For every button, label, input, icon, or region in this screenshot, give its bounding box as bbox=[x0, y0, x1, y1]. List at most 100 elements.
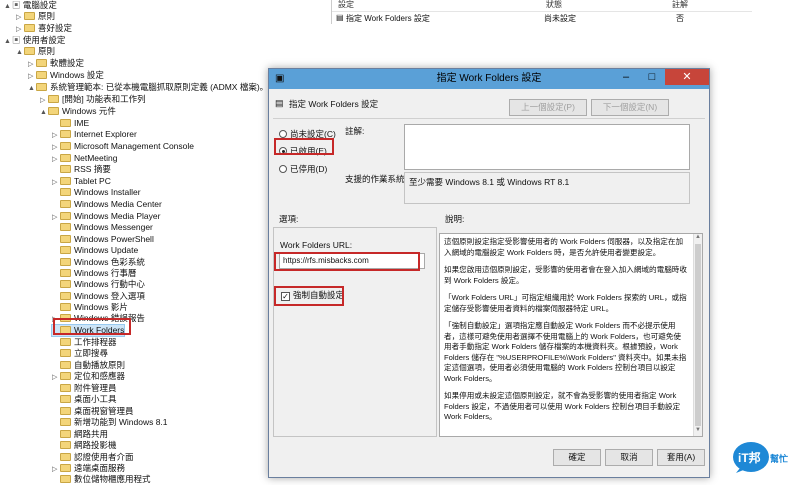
tree-item[interactable]: 工作排程器 bbox=[52, 337, 117, 348]
tree-item[interactable]: IME bbox=[52, 118, 89, 129]
tree-item[interactable]: ▷ [開始] 功能表和工作列 bbox=[40, 94, 146, 105]
folder-icon bbox=[36, 71, 47, 79]
tree-item[interactable]: 立即搜尋 bbox=[52, 348, 108, 359]
folder-icon bbox=[60, 188, 71, 196]
tree-item[interactable]: ▲▣ 使用者設定 bbox=[4, 35, 65, 46]
comment-textarea[interactable] bbox=[404, 124, 690, 170]
folder-icon bbox=[60, 338, 71, 346]
tree-item[interactable]: Windows Installer bbox=[52, 187, 141, 198]
expanded-arrow-icon[interactable]: ▲ bbox=[16, 47, 24, 58]
supported-value: 至少需要 Windows 8.1 或 Windows RT 8.1 bbox=[409, 177, 570, 187]
tree-item[interactable]: ▲ 系統管理範本: 已從本機電腦抓取原則定義 (ADMX 檔案)。 bbox=[28, 82, 268, 93]
tree-item[interactable]: 自動播放原則 bbox=[52, 360, 125, 371]
tree-item-label: 網路共用 bbox=[74, 429, 109, 439]
tree-item[interactable]: ▷ 遠端桌面服務 bbox=[52, 463, 125, 474]
collapsed-arrow-icon[interactable]: ▷ bbox=[52, 372, 60, 383]
tree-item[interactable]: ▲ Windows 元件 bbox=[40, 106, 116, 117]
folder-icon bbox=[60, 453, 71, 461]
ok-button[interactable]: 確定 bbox=[553, 449, 601, 466]
highlight-url bbox=[274, 252, 420, 271]
folder-icon bbox=[60, 441, 71, 449]
cancel-button[interactable]: 取消 bbox=[605, 449, 653, 466]
folder-icon bbox=[60, 130, 71, 138]
tree-item[interactable]: Windows Update bbox=[52, 245, 138, 256]
collapsed-arrow-icon[interactable]: ▷ bbox=[28, 59, 36, 70]
expanded-arrow-icon[interactable]: ▲ bbox=[4, 1, 12, 12]
tree-item[interactable]: 網路投影機 bbox=[52, 440, 117, 451]
dialog-titlebar[interactable]: ▣ 指定 Work Folders 設定 – □ ✕ bbox=[269, 69, 709, 89]
tree-item[interactable]: Windows 影片 bbox=[52, 302, 128, 313]
list-row[interactable]: ▤ 指定 Work Folders 設定 尚未設定 否 bbox=[332, 11, 752, 24]
prev-setting-button[interactable]: 上一個設定(P) bbox=[509, 99, 587, 116]
folder-icon bbox=[60, 269, 71, 277]
tree-item-label: 原則 bbox=[38, 11, 56, 21]
folder-icon bbox=[60, 119, 71, 127]
tree-item[interactable]: ▷ 喜好設定 bbox=[16, 23, 72, 34]
folder-icon bbox=[60, 384, 71, 392]
tree-item[interactable]: ▲ 原則 bbox=[16, 46, 55, 57]
policy-name: 指定 Work Folders 設定 bbox=[289, 99, 379, 109]
scroll-thumb[interactable] bbox=[695, 244, 701, 426]
expanded-arrow-icon[interactable]: ▲ bbox=[4, 36, 12, 47]
tree-item[interactable]: ▷ Internet Explorer bbox=[52, 129, 137, 140]
tree-item[interactable]: 新增功能到 Windows 8.1 bbox=[52, 417, 168, 428]
tree-item[interactable]: ▷ Windows Media Player bbox=[52, 211, 160, 222]
collapsed-arrow-icon[interactable]: ▷ bbox=[52, 142, 60, 153]
collapsed-arrow-icon[interactable]: ▷ bbox=[28, 71, 36, 82]
tree-item[interactable]: 桌面視窗管理員 bbox=[52, 406, 134, 417]
highlight-work-folders bbox=[53, 318, 131, 335]
tree-item[interactable]: ▷ 原則 bbox=[16, 11, 55, 22]
tree-item[interactable]: ▷ NetMeeting bbox=[52, 153, 117, 164]
scroll-up-icon[interactable]: ▲ bbox=[694, 234, 702, 243]
tree-item[interactable]: ▷ 軟體設定 bbox=[28, 58, 84, 69]
tree-item[interactable]: 認證使用者介面 bbox=[52, 452, 134, 463]
tree-item[interactable]: Windows Media Center bbox=[52, 199, 162, 210]
folder-icon bbox=[60, 372, 71, 380]
tree-item[interactable]: 網路共用 bbox=[52, 429, 108, 440]
radio-disabled[interactable]: 已停用(D) bbox=[279, 163, 327, 175]
tree-item[interactable]: Windows 行動中心 bbox=[52, 279, 145, 290]
tree-item-label: 使用者設定 bbox=[22, 35, 66, 45]
collapsed-arrow-icon[interactable]: ▷ bbox=[52, 130, 60, 141]
tree-item[interactable]: ▲▣ 電腦設定 bbox=[4, 0, 57, 11]
tree-item-label: Windows 色彩系統 bbox=[74, 257, 145, 267]
tree-item[interactable]: 桌面小工具 bbox=[52, 394, 117, 405]
maximize-icon[interactable]: □ bbox=[639, 69, 665, 85]
expanded-arrow-icon[interactable]: ▲ bbox=[40, 107, 48, 118]
tree-item[interactable]: ▷ 定位和感應器 bbox=[52, 371, 125, 382]
help-scrollbar[interactable]: ▲ ▼ bbox=[693, 234, 702, 436]
tree-item-label: 原則 bbox=[38, 46, 56, 56]
tree-item[interactable]: ▷ Tablet PC bbox=[52, 176, 111, 187]
tree-item[interactable]: Windows 行事曆 bbox=[52, 268, 136, 279]
close-icon[interactable]: ✕ bbox=[665, 69, 709, 85]
tree-item[interactable]: ▷ Microsoft Management Console bbox=[52, 141, 194, 152]
tree-item[interactable]: Windows 色彩系統 bbox=[52, 257, 145, 268]
row-name: 指定 Work Folders 設定 bbox=[346, 14, 430, 23]
help-label: 說明: bbox=[445, 214, 465, 224]
folder-icon bbox=[60, 303, 71, 311]
help-paragraph: 「強制自動設定」選項指定應自動設定 Work Folders 而不必提示使用者，… bbox=[444, 321, 687, 383]
col-header-state[interactable]: 狀態 bbox=[546, 0, 562, 10]
folder-icon bbox=[60, 349, 71, 357]
collapsed-arrow-icon[interactable]: ▷ bbox=[16, 12, 24, 23]
next-setting-button[interactable]: 下一個設定(N) bbox=[591, 99, 669, 116]
help-pane[interactable]: 這個原則設定指定受影響使用者的 Work Folders 伺服器，以及指定在加入… bbox=[439, 233, 703, 437]
tree-item[interactable]: Windows 登入選項 bbox=[52, 291, 145, 302]
tree-item[interactable]: 附件管理員 bbox=[52, 383, 117, 394]
apply-button[interactable]: 套用(A) bbox=[657, 449, 705, 466]
tree-item[interactable]: RSS 摘要 bbox=[52, 164, 111, 175]
logo-text: iT邦 bbox=[738, 451, 761, 465]
tree-item[interactable]: Windows Messenger bbox=[52, 222, 153, 233]
folder-icon bbox=[60, 200, 71, 208]
col-header-comment[interactable]: 註解 bbox=[672, 0, 688, 10]
folder-icon bbox=[60, 165, 71, 173]
tree-item[interactable]: ▷ Windows 設定 bbox=[28, 70, 104, 81]
tree-item[interactable]: Windows PowerShell bbox=[52, 234, 154, 245]
minimize-icon[interactable]: – bbox=[613, 69, 639, 85]
folder-icon bbox=[48, 95, 59, 103]
collapsed-arrow-icon[interactable]: ▷ bbox=[16, 24, 24, 35]
expanded-arrow-icon[interactable]: ▲ bbox=[28, 83, 36, 94]
scroll-down-icon[interactable]: ▼ bbox=[694, 427, 702, 436]
col-header-setting[interactable]: 設定 bbox=[338, 0, 354, 10]
collapsed-arrow-icon[interactable]: ▷ bbox=[40, 95, 48, 106]
